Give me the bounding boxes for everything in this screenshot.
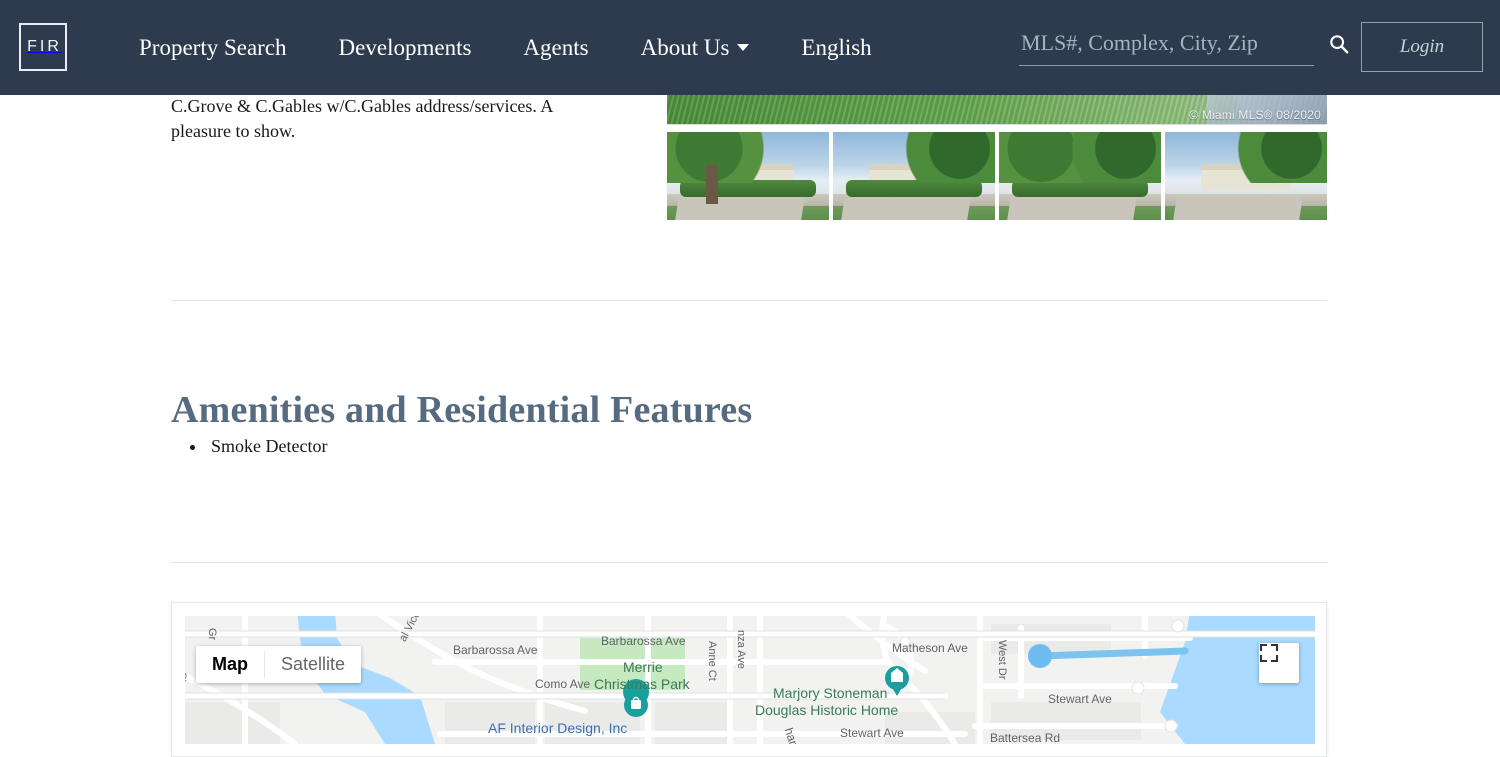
login-button[interactable]: Login bbox=[1361, 22, 1483, 72]
nav-item-language-english[interactable]: English bbox=[801, 35, 871, 61]
image-watermark: © Miami MLS® 08/2020 bbox=[1189, 108, 1321, 122]
gallery-thumbnail[interactable] bbox=[833, 132, 995, 220]
nav-item-label: Property Search bbox=[139, 34, 287, 60]
nav-item-label: English bbox=[801, 34, 872, 60]
nav-item-label: About Us bbox=[640, 34, 730, 60]
search-icon bbox=[1330, 35, 1349, 54]
main-nav: Property Search Developments Agents Abou… bbox=[139, 0, 872, 95]
map-canvas[interactable]: al Vicente StBarbarossa AveBarbarossa Av… bbox=[185, 616, 1315, 744]
property-gallery: © Miami MLS® 08/2020 bbox=[667, 76, 1327, 220]
nav-item-about-us[interactable]: About Us bbox=[641, 35, 750, 61]
nav-item-label: Developments bbox=[338, 34, 472, 60]
nav-item-agents[interactable]: Agents bbox=[523, 35, 588, 61]
amenities-list: Smoke Detector bbox=[171, 432, 327, 460]
fullscreen-icon bbox=[1259, 643, 1279, 663]
nav-item-developments[interactable]: Developments bbox=[339, 35, 472, 61]
top-navigation-bar: FIR Property Search Developments Agents … bbox=[0, 0, 1500, 95]
gallery-thumbnail[interactable] bbox=[999, 132, 1161, 220]
map-type-control: Map Satellite bbox=[196, 646, 362, 683]
property-description: C.Grove & C.Gables w/C.Gables address/se… bbox=[171, 96, 553, 141]
section-divider bbox=[171, 562, 1327, 563]
site-logo[interactable]: FIR bbox=[19, 23, 67, 71]
map-type-button-map[interactable]: Map bbox=[196, 646, 264, 683]
chevron-down-icon bbox=[737, 44, 750, 51]
search-input[interactable] bbox=[1019, 26, 1314, 66]
page-title: Amenities and Residential Features bbox=[171, 388, 753, 431]
nav-item-label: Agents bbox=[523, 34, 589, 60]
nav-item-property-search[interactable]: Property Search bbox=[139, 35, 287, 61]
gallery-thumbnail[interactable] bbox=[1165, 132, 1327, 220]
map-card: al Vicente StBarbarossa AveBarbarossa Av… bbox=[171, 602, 1327, 757]
gallery-thumbnail-strip bbox=[667, 132, 1327, 220]
search-field-wrapper bbox=[1019, 26, 1314, 66]
list-item: Smoke Detector bbox=[207, 432, 327, 460]
section-divider bbox=[171, 300, 1327, 301]
gallery-thumbnail[interactable] bbox=[667, 132, 829, 220]
logo-text: FIR bbox=[27, 38, 62, 55]
fullscreen-button[interactable] bbox=[1259, 643, 1299, 683]
map-type-button-satellite[interactable]: Satellite bbox=[265, 646, 361, 683]
search-submit-button[interactable] bbox=[1328, 33, 1350, 55]
